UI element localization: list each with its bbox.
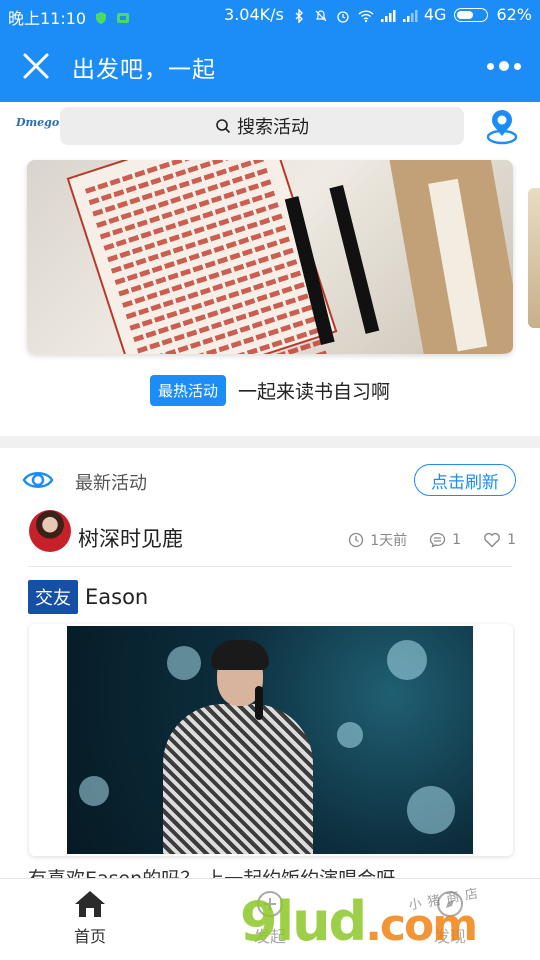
alarm-icon [336,8,350,23]
post-header[interactable]: 树深时见鹿 1天前 1 1 [0,508,540,568]
post-title-row[interactable]: 交友 Eason [28,580,148,614]
bluetooth-icon [292,7,306,24]
wifi-icon [358,8,374,22]
featured-caption[interactable]: 最热活动 一起来读书自习啊 [0,372,540,408]
refresh-button[interactable]: 点击刷新 [414,464,516,496]
network-speed: 3.04K/s [224,5,284,24]
network-type: 4G [423,5,447,24]
featured-banner-image[interactable] [27,160,513,354]
post-image-card[interactable] [29,624,513,856]
post-title[interactable]: Eason [85,585,148,609]
clock-icon [349,532,364,548]
location-icon [486,110,518,145]
more-button[interactable] [486,52,522,80]
post-tag: 交友 [28,580,78,614]
avatar[interactable] [29,510,71,552]
search-placeholder: 搜索活动 [237,117,309,138]
search-row: Dmego 搜索活动 [0,102,540,152]
title-bar: 出发吧，一起 [0,30,540,102]
comment-button[interactable]: 1 [429,532,461,548]
search-icon [216,119,231,134]
eye-icon [22,472,54,488]
post-time: 1天前 [370,533,408,549]
signal-secondary-icon [402,8,418,22]
hot-badge: 最热活动 [149,374,226,406]
comment-count: 1 [452,532,462,548]
latest-label: 最新活动 [75,473,147,494]
post-author[interactable]: 树深时见鹿 [78,523,183,553]
shield-icon [94,10,108,24]
home-icon [75,891,105,917]
featured-title: 一起来读书自习啊 [238,380,391,403]
search-input[interactable]: 搜索活动 [60,107,464,145]
nav-home-label: 首页 [73,927,106,946]
status-time: 晚上11:10 [8,9,87,28]
battery-percent: 62% [496,5,532,24]
battery-icon [454,7,489,22]
heart-icon [484,532,501,548]
page-title: 出发吧，一起 [72,57,216,83]
like-button[interactable]: 1 [483,532,516,548]
comment-icon [430,532,446,548]
status-bar: 晚上11:10 3.04K/s 4G 62% [0,0,540,30]
app-logo: Dmego [16,116,60,129]
like-count: 1 [507,532,516,548]
close-icon [23,53,49,79]
next-banner-peek[interactable] [528,188,540,328]
latest-header: 最新活动 点击刷新 [0,458,540,502]
more-dots-icon [487,62,494,70]
close-button[interactable] [14,46,58,86]
app-notification-icon [116,10,130,24]
post-divider [28,566,512,567]
signal-icon [380,8,396,22]
section-divider [0,436,540,448]
featured-carousel[interactable] [0,160,540,356]
nav-home[interactable]: 首页 [40,889,140,955]
location-button[interactable] [486,106,518,146]
post-image[interactable] [67,626,473,854]
mute-icon [314,8,328,22]
